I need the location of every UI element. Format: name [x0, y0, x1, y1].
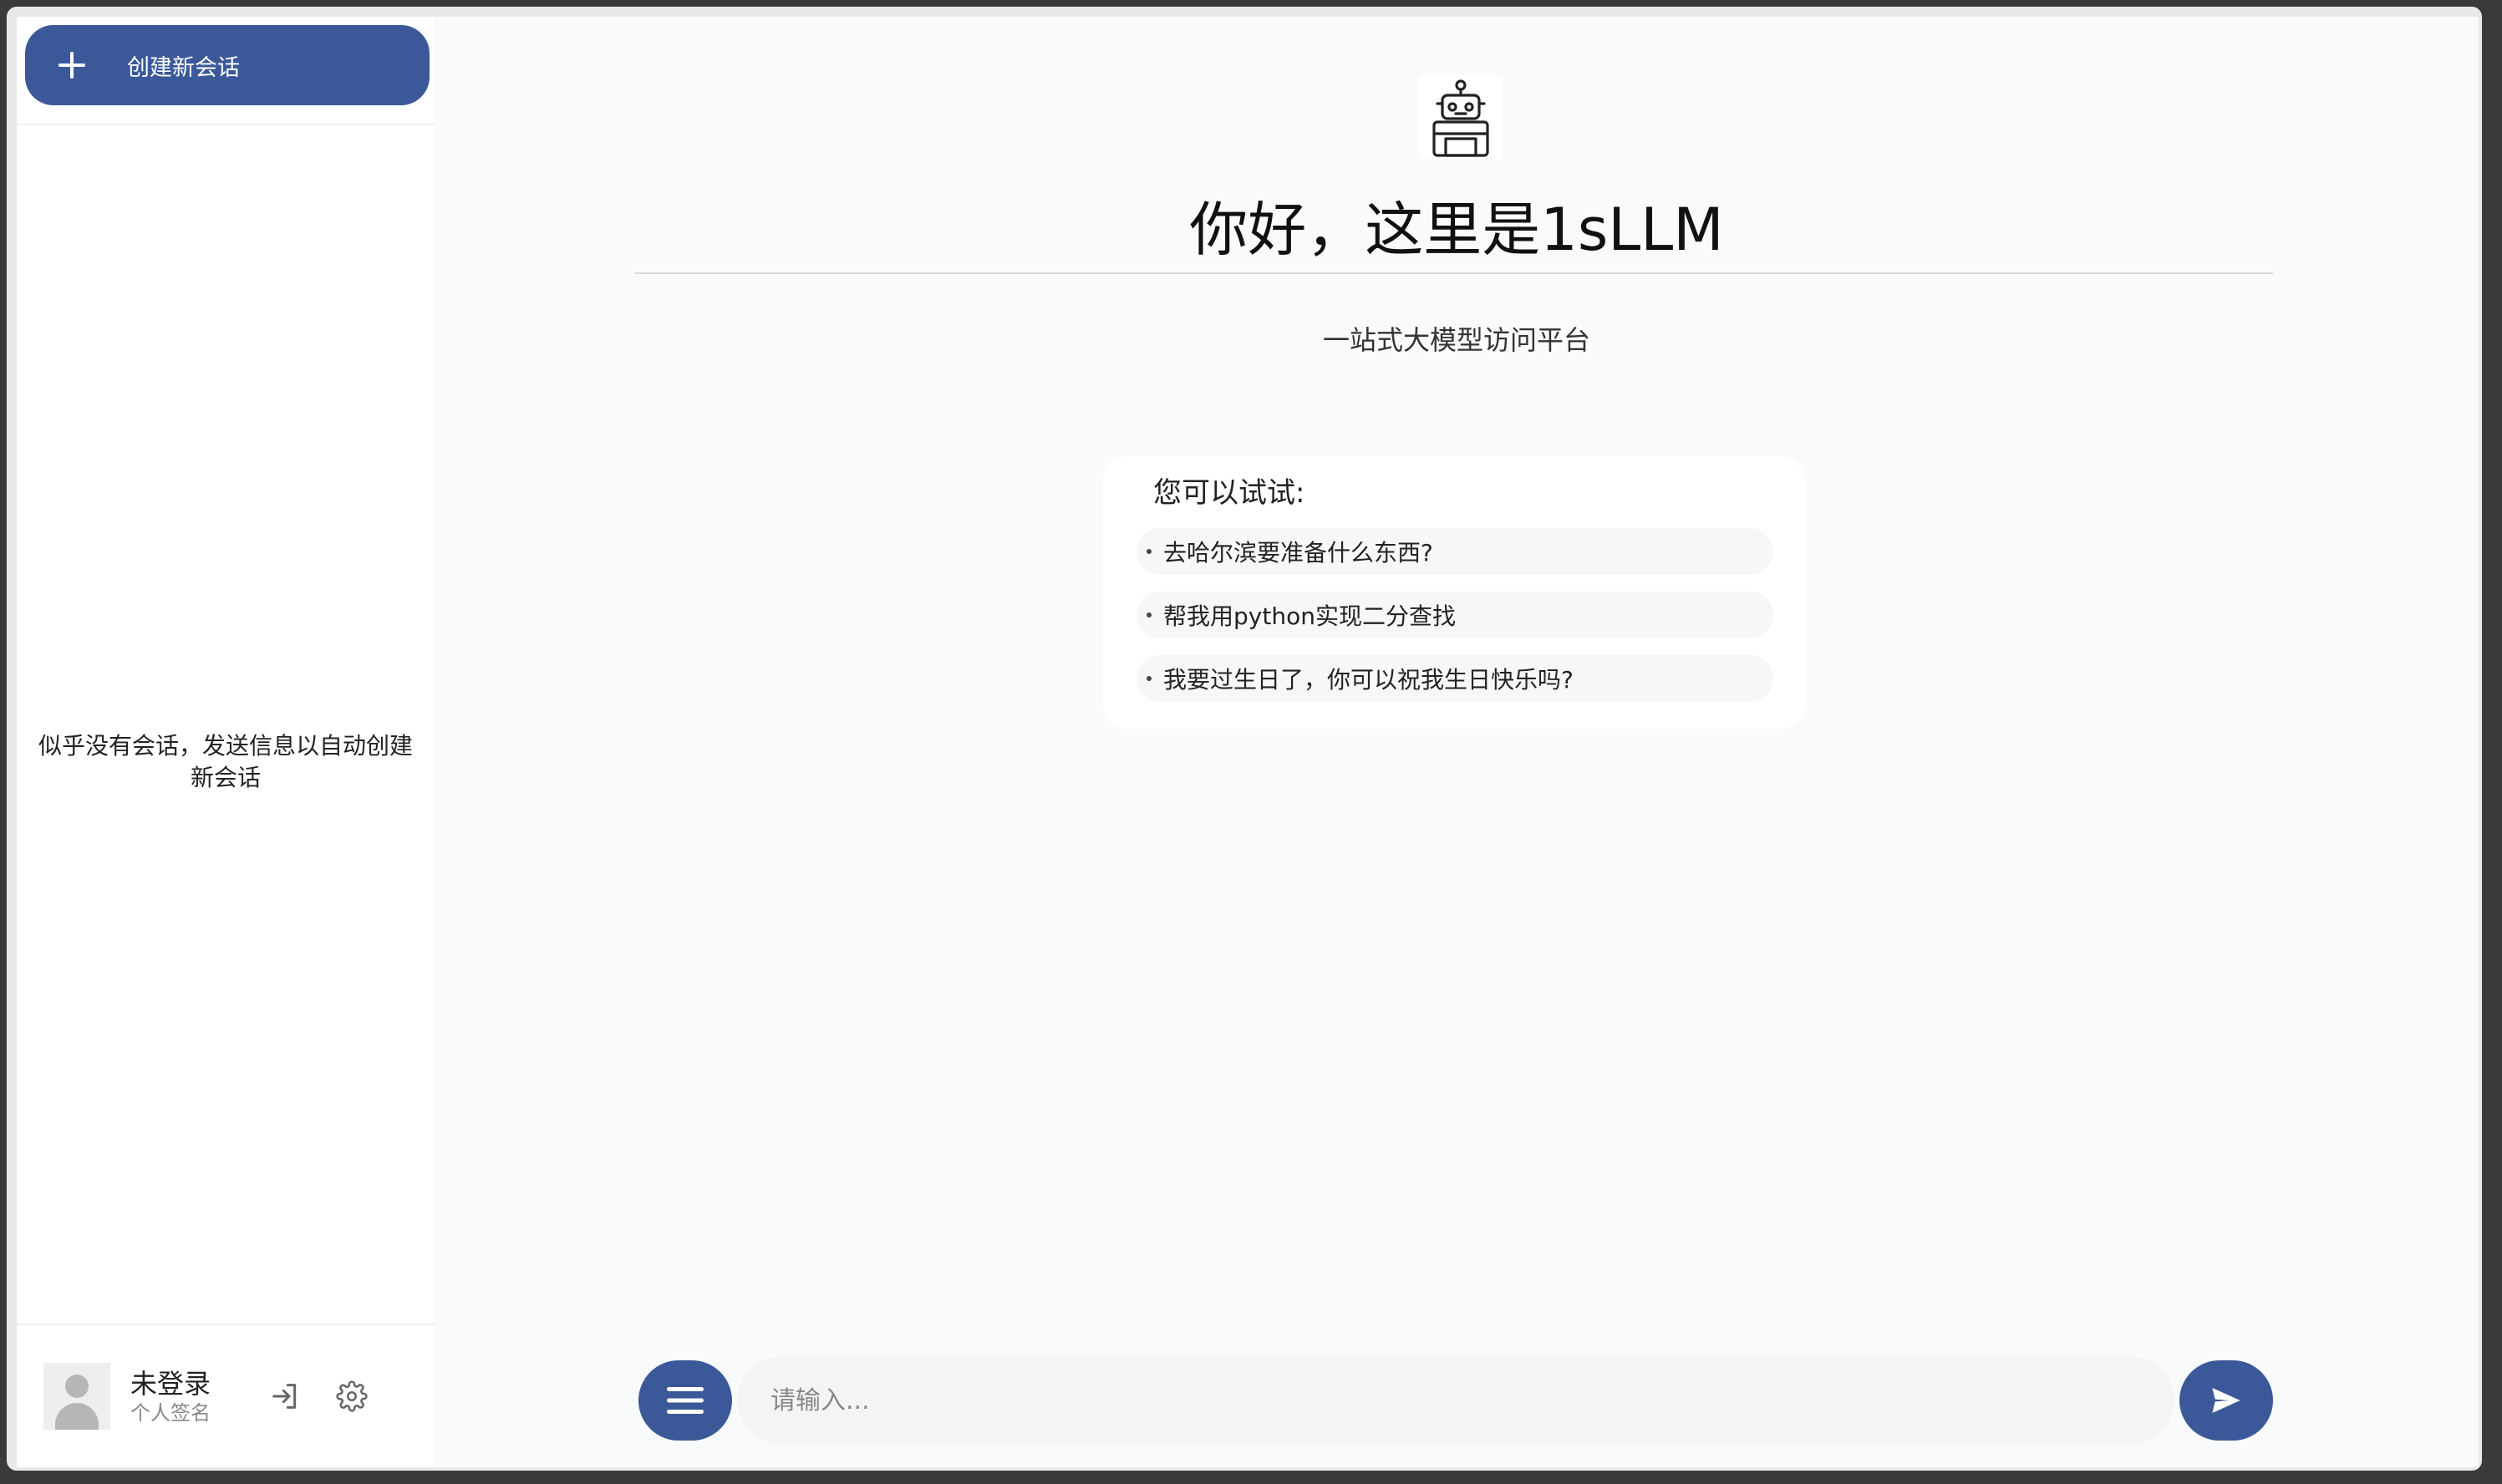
page-title: 你好，这里是1sLLM	[1189, 196, 1724, 264]
login-icon	[272, 1384, 297, 1409]
suggestions-card: 您可以试试: 去哈尔滨要准备什么东西? 帮我用python实现二分查找 我要过生…	[1103, 456, 1805, 729]
user-bar: 未登录 个人签名	[17, 1325, 435, 1467]
bullet-icon	[1147, 549, 1152, 554]
bullet-icon	[1147, 676, 1152, 681]
input-area	[638, 1357, 2276, 1444]
app-container: 创建新会话 似乎没有会话，发送信息以自动创建新会话 未登录 个人签名 你好，这里…	[17, 17, 2479, 1467]
suggestions-title: 您可以试试:	[1153, 476, 1305, 510]
new-chat-button[interactable]: 创建新会话	[25, 25, 430, 105]
settings-button[interactable]	[331, 1375, 373, 1417]
login-button[interactable]	[264, 1375, 306, 1417]
suggestion-item[interactable]: 我要过生日了，你可以祝我生日快乐吗?	[1137, 655, 1773, 702]
send-icon	[2212, 1388, 2240, 1413]
suggestion-text: 我要过生日了，你可以祝我生日快乐吗?	[1163, 666, 1574, 694]
user-avatar-icon[interactable]	[43, 1363, 110, 1430]
suggestion-item[interactable]: 去哈尔滨要准备什么东西?	[1137, 528, 1773, 575]
empty-hint-text: 似乎没有会话，发送信息以自动创建新会话	[38, 732, 413, 791]
title-divider	[635, 272, 2273, 274]
bullet-icon	[1147, 612, 1152, 617]
empty-conversations-hint: 似乎没有会话，发送信息以自动创建新会话	[17, 125, 435, 1324]
suggestion-text: 帮我用python实现二分查找	[1163, 602, 1456, 630]
app-window: 创建新会话 似乎没有会话，发送信息以自动创建新会话 未登录 个人签名 你好，这里…	[7, 7, 2482, 1471]
user-signature: 个人签名	[130, 1401, 211, 1425]
suggestion-text: 去哈尔滨要准备什么东西?	[1163, 539, 1433, 567]
send-button[interactable]	[2179, 1360, 2273, 1441]
new-chat-label: 创建新会话	[127, 54, 240, 81]
sidebar: 创建新会话 似乎没有会话，发送信息以自动创建新会话 未登录 个人签名	[17, 17, 435, 1467]
user-name: 未登录	[130, 1368, 211, 1400]
menu-button[interactable]	[638, 1360, 732, 1441]
page-subtitle: 一站式大模型访问平台	[1322, 324, 1590, 356]
menu-icon	[667, 1387, 704, 1414]
suggestion-item[interactable]: 帮我用python实现二分查找	[1137, 592, 1773, 638]
main-area: 你好，这里是1sLLM 一站式大模型访问平台 您可以试试: 去哈尔滨要准备什么东…	[435, 17, 2479, 1467]
user-info: 未登录 个人签名	[130, 1367, 264, 1426]
chat-input[interactable]	[737, 1357, 2174, 1444]
robot-icon	[1419, 75, 1503, 159]
plus-icon	[58, 52, 85, 79]
gear-icon	[336, 1380, 368, 1412]
